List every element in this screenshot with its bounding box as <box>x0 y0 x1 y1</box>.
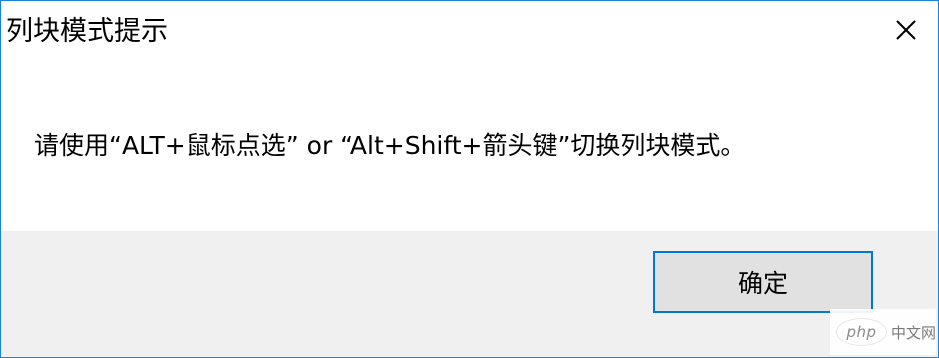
dialog-window: 列块模式提示 请使用“ALT+鼠标点选” or “Alt+Shift+箭头键”切… <box>0 0 939 358</box>
close-icon <box>896 20 916 40</box>
dialog-message: 请使用“ALT+鼠标点选” or “Alt+Shift+箭头键”切换列块模式。 <box>34 131 746 160</box>
dialog-footer: 确定 <box>1 231 938 357</box>
watermark-text: 中文网 <box>890 323 936 342</box>
watermark: php 中文网 <box>830 309 936 355</box>
dialog-content: 请使用“ALT+鼠标点选” or “Alt+Shift+箭头键”切换列块模式。 <box>1 65 938 231</box>
php-logo-text: php <box>846 323 877 341</box>
php-logo: php <box>836 318 887 346</box>
dialog-title: 列块模式提示 <box>6 16 168 47</box>
ok-button[interactable]: 确定 <box>653 251 873 313</box>
close-button[interactable] <box>874 1 938 59</box>
title-bar: 列块模式提示 <box>1 1 938 65</box>
